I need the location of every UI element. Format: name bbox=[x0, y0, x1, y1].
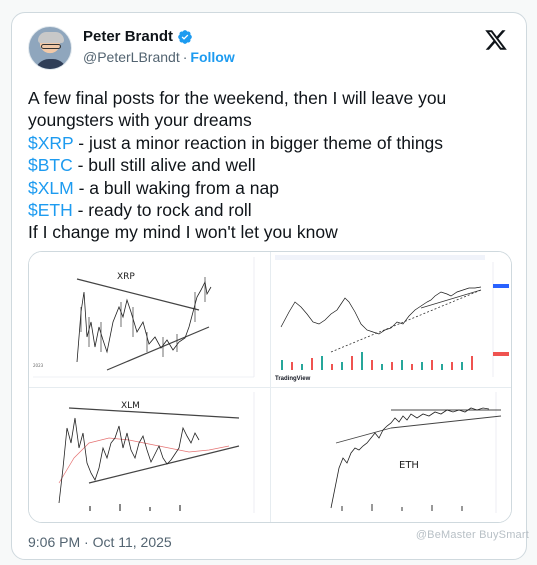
xrp-chart-svg: 2023 bbox=[29, 252, 270, 387]
chart-label-xrp: XRP bbox=[117, 272, 135, 282]
tweet-line: $XRP - just a minor reaction in bigger t… bbox=[28, 132, 518, 154]
verified-badge-icon bbox=[178, 29, 192, 44]
svg-text:2023: 2023 bbox=[33, 363, 44, 368]
chart-label-eth: ETH bbox=[399, 460, 419, 471]
tweet-line: A few final posts for the weekend, then … bbox=[28, 88, 447, 108]
media-grid[interactable]: 2023 XRP TradingView XLM ETH bbox=[28, 251, 512, 523]
tweet-line-text: - just a minor reaction in bigger theme … bbox=[73, 132, 444, 153]
cashtag-xrp[interactable]: $XRP bbox=[28, 133, 73, 153]
cashtag-btc[interactable]: $BTC bbox=[28, 155, 73, 175]
separator-dot: · bbox=[182, 49, 188, 65]
cashtag-xlm[interactable]: $XLM bbox=[28, 178, 74, 198]
tweet-text: A few final posts for the weekend, then … bbox=[28, 87, 518, 244]
cashtag-eth[interactable]: $ETH bbox=[28, 200, 73, 220]
tweet-timestamp[interactable]: 9:06 PM · Oct 11, 2025 bbox=[28, 534, 172, 550]
author-name-row: Peter Brandt bbox=[83, 28, 193, 45]
watermark: @BeMaster BuySmart bbox=[415, 529, 529, 541]
author-handle[interactable]: @PeterLBrandt bbox=[83, 49, 180, 65]
tweet-line: $BTC - bull still alive and well bbox=[28, 154, 518, 176]
chart-image-xlm[interactable]: XLM bbox=[29, 388, 270, 522]
tweet-line-text: - bull still alive and well bbox=[72, 155, 256, 176]
tweet-line-text: - ready to rock and roll bbox=[72, 200, 252, 221]
author-name[interactable]: Peter Brandt bbox=[83, 28, 173, 45]
tweet-card: Peter Brandt @PeterLBrandt · Follow A fe… bbox=[11, 12, 527, 560]
xlm-chart-svg bbox=[29, 388, 270, 522]
follow-button[interactable]: Follow bbox=[190, 49, 234, 65]
tweet-line-text: - a bull waking from a nap bbox=[73, 177, 279, 198]
chart-image-xrp[interactable]: 2023 XRP bbox=[29, 252, 270, 387]
x-logo-icon[interactable] bbox=[484, 28, 508, 52]
btc-chart-svg bbox=[271, 252, 511, 387]
media-divider-horizontal bbox=[29, 387, 511, 388]
tweet-line: youngsters with your dreams bbox=[28, 110, 252, 131]
chart-image-eth[interactable]: ETH bbox=[271, 388, 511, 522]
eth-chart-svg bbox=[271, 388, 511, 522]
tweet-header: Peter Brandt @PeterLBrandt · Follow bbox=[28, 26, 512, 72]
handle-row: @PeterLBrandt · Follow bbox=[83, 49, 235, 65]
chart-label-xlm: XLM bbox=[121, 401, 140, 411]
tweet-line: If I change my mind I won't let you know bbox=[28, 222, 338, 243]
avatar[interactable] bbox=[28, 26, 72, 70]
chart-image-btc[interactable]: TradingView bbox=[271, 252, 511, 387]
tweet-line: $ETH - ready to rock and roll bbox=[28, 199, 518, 221]
tradingview-brand: TradingView bbox=[275, 376, 311, 382]
tweet-line: $XLM - a bull waking from a nap bbox=[28, 177, 518, 199]
